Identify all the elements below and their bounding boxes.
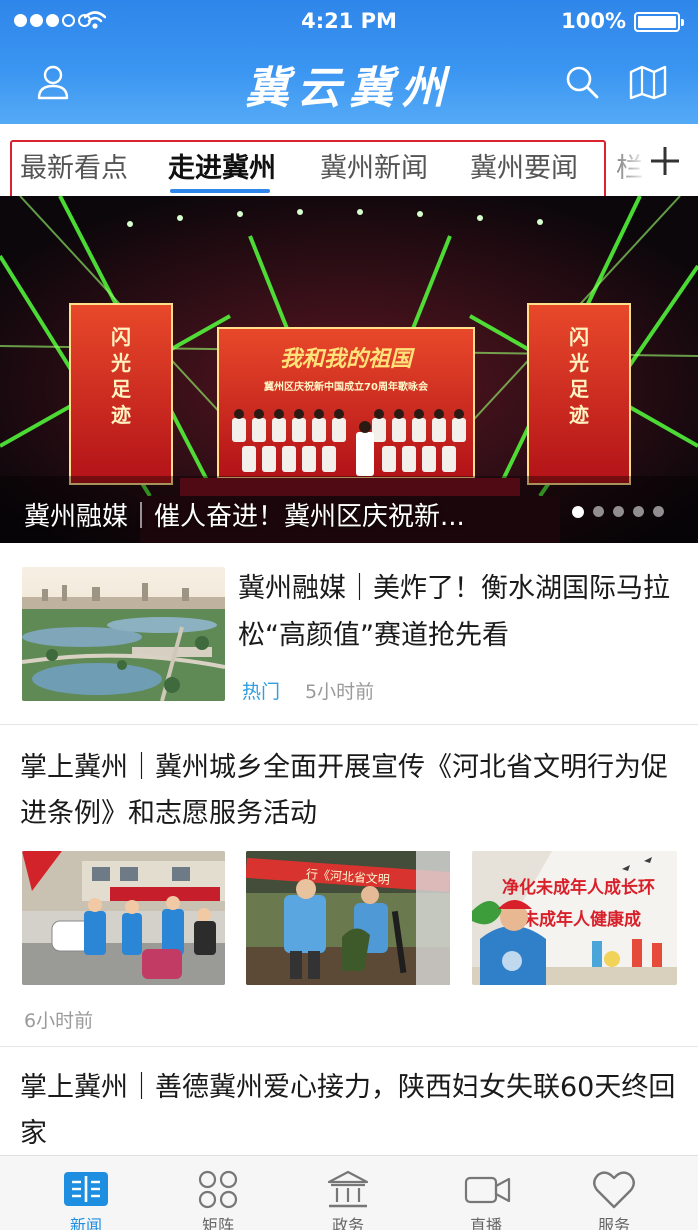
tab-explore-jizhou[interactable]: 走进冀州 (168, 146, 276, 185)
plus-icon[interactable] (648, 144, 682, 178)
svg-text:光: 光 (110, 351, 131, 375)
svg-text:闪: 闪 (569, 325, 589, 349)
svg-text:足: 足 (569, 377, 590, 401)
carousel-dot[interactable] (593, 506, 604, 517)
news-time: 5小时前 (305, 681, 375, 703)
news-thumbnail (22, 851, 225, 985)
government-icon (327, 1170, 369, 1208)
status-bar: 4:21 PM 100% (0, 0, 698, 42)
top-bar: 4:21 PM 100% 冀云冀州 (0, 0, 698, 124)
side-banner-left: 闪 (111, 325, 131, 349)
map-icon[interactable] (628, 64, 668, 100)
news-title[interactable]: 掌上冀州｜善德冀州爱心接力，陕西妇女失联60天终回家 (20, 1065, 685, 1157)
tab-jizhou-news[interactable]: 冀州新闻 (320, 146, 428, 185)
stage-banner-main: 我和我的祖国 (280, 346, 415, 372)
bottom-nav: 新闻 矩阵 政务 直播 服务 (0, 1155, 698, 1230)
stage-banner-sub: 冀州区庆祝新中国成立70周年歌咏会 (264, 380, 428, 393)
hero-carousel[interactable]: 闪 光 足 迹 闪 光 足 迹 我和我的祖国 冀州区庆祝新中国成立70周年歌咏会 (0, 196, 698, 543)
carousel-indicator (572, 506, 664, 518)
search-icon[interactable] (564, 64, 600, 100)
news-time: 6小时前 (24, 1010, 94, 1032)
tab-jizhou-headlines[interactable]: 冀州要闻 (470, 146, 578, 185)
svg-text:光: 光 (568, 351, 589, 375)
nav-label: 直播 (469, 1216, 502, 1230)
carousel-dot[interactable] (613, 506, 624, 517)
carousel-dot[interactable] (633, 506, 644, 517)
heart-icon (593, 1171, 635, 1209)
svg-text:足: 足 (111, 377, 132, 401)
news-thumbnail (22, 567, 225, 701)
news-item[interactable]: 掌上冀州｜冀州城乡全面开展宣传《河北省文明行为促进条例》和志愿服务活动 行《河北… (0, 725, 698, 1047)
news-title[interactable]: 冀州融媒｜美炸了！衡水湖国际马拉松“高颜值”赛道抢先看 (238, 565, 686, 659)
news-item[interactable]: 掌上冀州｜善德冀州爱心接力，陕西妇女失联60天终回家 (0, 1047, 698, 1157)
nav-label: 服务 (597, 1216, 630, 1230)
thumbnail-banner-text: 未成年人健康成 (521, 909, 641, 930)
nav-label: 矩阵 (201, 1216, 234, 1230)
news-thumbnail: 行《河北省文明 (246, 851, 450, 985)
nav-matrix[interactable]: 矩阵 (168, 1156, 268, 1230)
hero-caption[interactable]: 冀州融媒｜催人奋进！冀州区庆祝新... (24, 496, 465, 533)
svg-text:迹: 迹 (111, 403, 131, 427)
app-screen: 4:21 PM 100% 冀云冀州 最新看点 走进冀州 冀州新闻 冀州要闻 闪 … (0, 0, 698, 1230)
channel-tabs: 最新看点 走进冀州 冀州新闻 冀州要闻 栏 (0, 124, 698, 201)
nav-service[interactable]: 服务 (564, 1156, 664, 1230)
app-header: 冀云冀州 (0, 42, 698, 124)
news-item[interactable]: 冀州融媒｜美炸了！衡水湖国际马拉松“高颜值”赛道抢先看 热门 5小时前 (0, 543, 698, 725)
thumbnail-banner-text: 净化未成年人成长环 (502, 877, 655, 898)
hot-tag: 热门 (242, 681, 281, 703)
hero-image: 闪 光 足 迹 闪 光 足 迹 我和我的祖国 冀州区庆祝新中国成立70周年歌咏会 (0, 196, 698, 543)
svg-text:迹: 迹 (569, 403, 589, 427)
nav-live[interactable]: 直播 (436, 1156, 536, 1230)
nav-government[interactable]: 政务 (298, 1156, 398, 1230)
nav-label: 政务 (331, 1216, 364, 1230)
battery-percent: 100% (561, 9, 626, 33)
battery-icon (634, 12, 684, 32)
news-thumbnail: 净化未成年人成长环 未成年人健康成 (472, 851, 677, 985)
news-title[interactable]: 掌上冀州｜冀州城乡全面开展宣传《河北省文明行为促进条例》和志愿服务活动 (20, 745, 685, 837)
matrix-icon (198, 1170, 238, 1209)
nav-label: 新闻 (69, 1216, 102, 1230)
nav-news[interactable]: 新闻 (36, 1156, 136, 1230)
video-camera-icon (464, 1176, 511, 1204)
active-tab-indicator (170, 189, 270, 193)
book-icon (64, 1172, 108, 1206)
carousel-dot[interactable] (653, 506, 664, 517)
carousel-dot[interactable] (572, 506, 584, 518)
tab-latest[interactable]: 最新看点 (20, 146, 128, 185)
tab-fade (614, 138, 648, 190)
